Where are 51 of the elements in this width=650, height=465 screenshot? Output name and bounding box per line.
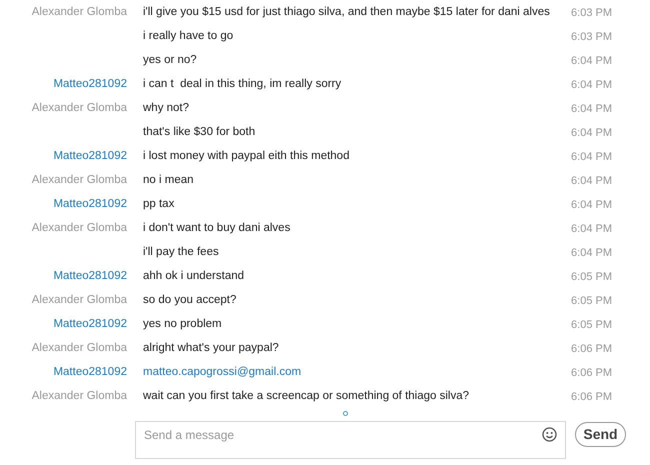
- message-time: 6:04 PM: [571, 246, 612, 261]
- message-time: 6:04 PM: [571, 78, 612, 93]
- message-time: 6:06 PM: [571, 366, 612, 381]
- message-time: 6:04 PM: [571, 174, 612, 189]
- message-text: i'll pay the fees: [143, 246, 219, 258]
- message-text: i can t deal in this thing, im really sorry: [143, 78, 342, 90]
- message-text: why not?: [143, 102, 190, 114]
- message-text: i really have to go: [143, 30, 234, 42]
- emoticon-icon[interactable]: [542, 427, 557, 442]
- message-field[interactable]: Send a message: [135, 421, 566, 459]
- message-text: alright what's your paypal?: [143, 342, 279, 354]
- message-time: 6:06 PM: [571, 342, 612, 357]
- message-time: 6:04 PM: [571, 126, 612, 141]
- message-time: 6:03 PM: [571, 6, 612, 21]
- sender-name[interactable]: Alexander Glomba: [32, 340, 127, 358]
- sender-name[interactable]: Matteo281092: [53, 148, 127, 166]
- message-time: 6:06 PM: [571, 390, 612, 405]
- sender-name[interactable]: Matteo281092: [53, 316, 127, 334]
- message-time: 6:04 PM: [571, 198, 612, 213]
- typing-indicator-icon: [342, 411, 348, 416]
- message-text: no i mean: [143, 174, 194, 186]
- message-time: 6:04 PM: [571, 150, 612, 165]
- message-time: 6:03 PM: [571, 30, 612, 45]
- sender-name[interactable]: Alexander Glomba: [32, 292, 127, 310]
- message-text: that's like $30 for both: [143, 126, 256, 138]
- message-text: i don't want to buy dani alves: [143, 222, 290, 234]
- send-button[interactable]: Send: [575, 422, 626, 447]
- sender-name[interactable]: Matteo281092: [53, 76, 127, 94]
- message-text: so do you accept?: [143, 294, 236, 306]
- sender-name[interactable]: Alexander Glomba: [32, 388, 127, 406]
- email-link[interactable]: matteo.capogrossi@gmail.com: [143, 366, 302, 378]
- message-time: 6:04 PM: [571, 54, 612, 69]
- sender-name[interactable]: Alexander Glomba: [32, 172, 127, 190]
- message-time: 6:05 PM: [571, 294, 612, 309]
- message-text: wait can you first take a screencap or something of thiago silva?: [143, 390, 470, 402]
- message-text: yes no problem: [143, 318, 222, 330]
- message-text: i lost money with paypal eith this method: [143, 150, 350, 162]
- message-time: 6:04 PM: [571, 222, 612, 237]
- sender-name[interactable]: Alexander Glomba: [32, 4, 127, 22]
- sender-name[interactable]: Alexander Glomba: [32, 100, 127, 118]
- sender-name[interactable]: Matteo281092: [53, 364, 127, 382]
- message-time: 6:04 PM: [571, 102, 612, 117]
- message-time: 6:05 PM: [571, 270, 612, 285]
- message-text: pp tax: [143, 198, 174, 210]
- sender-name[interactable]: Alexander Glomba: [32, 220, 127, 238]
- sender-name[interactable]: Matteo281092: [53, 268, 127, 286]
- sender-name[interactable]: Matteo281092: [53, 196, 127, 214]
- message-time: 6:05 PM: [571, 318, 612, 333]
- message-text: i'll give you $15 usd for just thiago silva, and then maybe $15 later for dani alves: [143, 6, 550, 18]
- message-text: yes or no?: [143, 54, 197, 66]
- message-text: ahh ok i understand: [143, 270, 244, 282]
